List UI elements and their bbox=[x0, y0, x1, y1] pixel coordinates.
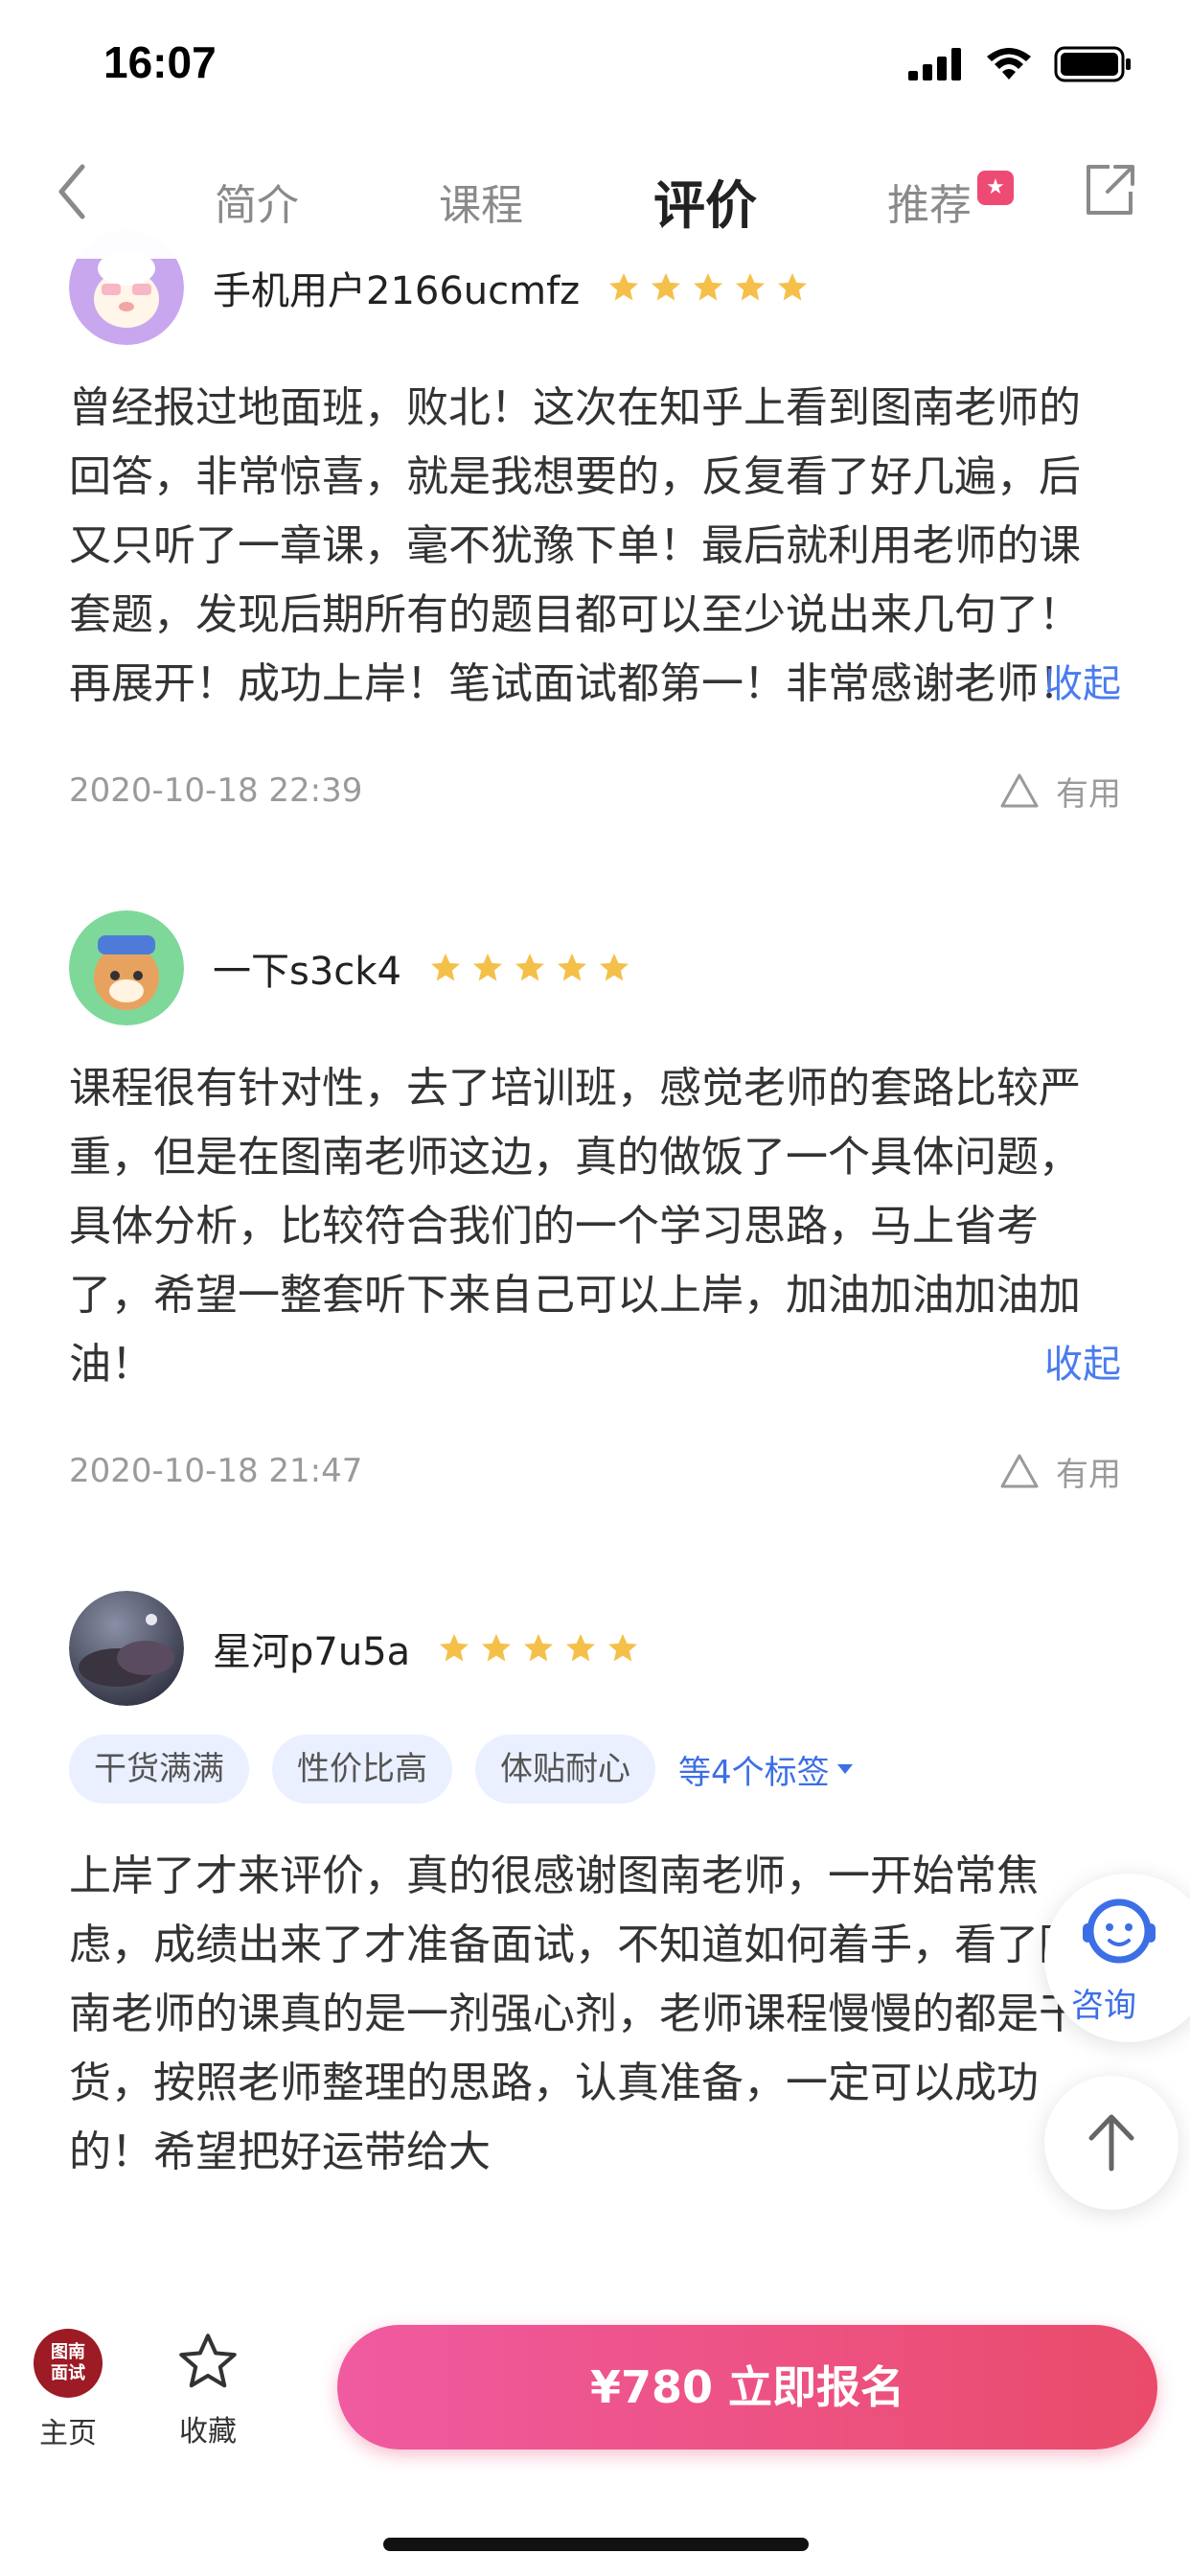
star-outline-icon bbox=[179, 2334, 237, 2388]
tab-reviews[interactable]: 评价 bbox=[653, 163, 757, 239]
review-body: 上岸了才来评价，真的很感谢图南老师，一开始常焦虑，成绩出来了才准备面试，不知道如… bbox=[69, 1852, 1081, 2176]
avatar-bear-icon bbox=[69, 910, 184, 1025]
status-bar: 16:07 bbox=[0, 0, 1190, 134]
star-icon bbox=[566, 1634, 596, 1662]
star-icon bbox=[652, 273, 681, 301]
enroll-now-button[interactable]: ¥780 立即报名 bbox=[337, 2325, 1157, 2450]
review-tags: 干货满满 性价比高 体贴耐心 等4个标签 bbox=[69, 1735, 1121, 1804]
review-body: 曾经报过地面班，败北！这次在知乎上看到图南老师的回答，非常惊喜，就是我想要的，反… bbox=[69, 383, 1081, 708]
star-icon bbox=[609, 273, 639, 301]
review-text: 上岸了才来评价，真的很感谢图南老师，一开始常焦虑，成绩出来了才准备面试，不知道如… bbox=[69, 1842, 1121, 2187]
logo-line-2: 面试 bbox=[51, 2363, 85, 2383]
battery-icon bbox=[1054, 46, 1131, 82]
review-username: 星河p7u5a bbox=[213, 1630, 411, 1674]
avatar[interactable] bbox=[69, 1591, 184, 1706]
more-tags-label: 等4个标签 bbox=[678, 1753, 830, 1792]
star-rating bbox=[428, 951, 631, 985]
wifi-icon bbox=[987, 48, 1031, 80]
useful-button[interactable]: 有用 bbox=[998, 768, 1121, 815]
useful-button[interactable]: 有用 bbox=[998, 1448, 1121, 1495]
star-icon bbox=[524, 1634, 554, 1662]
review-text: 曾经报过地面班，败北！这次在知乎上看到图南老师的回答，非常惊喜，就是我想要的，反… bbox=[69, 374, 1121, 719]
review-text: 课程很有针对性，去了培训班，感觉老师的套路比较严重，但是在图南老师这边，真的做饭… bbox=[69, 1054, 1121, 1399]
useful-label: 有用 bbox=[1056, 1455, 1121, 1494]
share-icon[interactable] bbox=[1081, 161, 1138, 218]
review-body: 课程很有针对性，去了培训班，感觉老师的套路比较严重，但是在图南老师这边，真的做饭… bbox=[69, 1064, 1081, 1389]
review-tag: 性价比高 bbox=[272, 1735, 452, 1804]
review-footer: 2020-10-18 21:47 有用 bbox=[69, 1447, 1121, 1495]
recommend-badge-icon: ★ bbox=[977, 171, 1014, 205]
reviews-list[interactable]: 手机用户2166ucmfz 曾经报过地面班，败北！这次在知乎上看到图南老师的回答… bbox=[23, 230, 1167, 2300]
star-icon bbox=[608, 1634, 638, 1662]
home-indicator bbox=[383, 2538, 809, 2551]
tab-intro[interactable]: 简介 bbox=[215, 171, 299, 232]
bottom-action-bar: 图南 面试 主页 收藏 ¥780 立即报名 bbox=[0, 2300, 1190, 2576]
useful-triangle-icon bbox=[1000, 773, 1039, 808]
star-rating bbox=[437, 1631, 640, 1666]
logo-line-1: 图南 bbox=[51, 2342, 85, 2362]
star-icon bbox=[557, 954, 586, 981]
review-tag: 干货满满 bbox=[69, 1735, 249, 1804]
review-date: 2020-10-18 22:39 bbox=[69, 771, 363, 810]
back-to-top-button[interactable] bbox=[1044, 2076, 1179, 2210]
review-username: 一下s3ck4 bbox=[213, 950, 401, 994]
review-username: 手机用户2166ucmfz bbox=[213, 269, 581, 313]
review-date: 2020-10-18 21:47 bbox=[69, 1452, 363, 1490]
star-icon bbox=[694, 273, 723, 301]
review-footer: 2020-10-18 22:39 有用 bbox=[69, 767, 1121, 815]
review-item: 手机用户2166ucmfz 曾经报过地面班，败北！这次在知乎上看到图南老师的回答… bbox=[23, 230, 1167, 815]
status-icons bbox=[908, 46, 1133, 82]
customer-service-icon bbox=[1083, 1898, 1156, 1964]
star-icon bbox=[482, 1634, 512, 1662]
collapse-button[interactable]: 收起 bbox=[1044, 650, 1121, 719]
tab-recommend[interactable]: 推荐 bbox=[887, 171, 972, 232]
useful-triangle-icon bbox=[1000, 1454, 1039, 1488]
status-time: 16:07 bbox=[103, 37, 217, 87]
favorite-label: 收藏 bbox=[179, 2415, 237, 2449]
home-label: 主页 bbox=[39, 2417, 97, 2450]
home-button[interactable]: 图南 面试 主页 bbox=[29, 2329, 107, 2451]
cellular-signal-icon bbox=[908, 48, 961, 80]
review-tag: 体贴耐心 bbox=[475, 1735, 655, 1804]
more-tags-button[interactable]: 等4个标签 bbox=[678, 1746, 855, 1793]
consult-label: 咨询 bbox=[1071, 1987, 1136, 2025]
star-icon bbox=[778, 273, 808, 301]
avatar-night-sky-icon bbox=[69, 1591, 184, 1706]
back-arrow-icon[interactable] bbox=[50, 161, 96, 222]
arrow-up-icon bbox=[1088, 2114, 1134, 2172]
star-icon bbox=[515, 954, 544, 981]
caret-down-icon bbox=[836, 1764, 853, 1774]
logo: 图南 面试 bbox=[34, 2329, 103, 2398]
review-header: 星河p7u5a bbox=[69, 1591, 1121, 1706]
review-header: 一下s3ck4 bbox=[69, 910, 1121, 1025]
star-icon bbox=[430, 954, 460, 981]
collapse-button[interactable]: 收起 bbox=[1044, 1330, 1121, 1399]
star-icon bbox=[440, 1634, 469, 1662]
useful-label: 有用 bbox=[1056, 774, 1121, 814]
star-rating bbox=[606, 270, 810, 305]
star-icon bbox=[736, 273, 766, 301]
tab-course[interactable]: 课程 bbox=[439, 171, 523, 232]
review-item: 星河p7u5a 干货满满 性价比高 体贴耐心 等4个标签 上岸了才来评价，真的很… bbox=[23, 1591, 1167, 2187]
star-icon bbox=[599, 954, 629, 981]
nav-tabs-bar: 简介 课程 评价 推荐 ★ bbox=[0, 134, 1190, 259]
review-item: 一下s3ck4 课程很有针对性，去了培训班，感觉老师的套路比较严重，但是在图南老… bbox=[23, 910, 1167, 1495]
avatar[interactable] bbox=[69, 910, 184, 1025]
star-icon bbox=[472, 954, 502, 981]
favorite-button[interactable]: 收藏 bbox=[169, 2329, 247, 2450]
